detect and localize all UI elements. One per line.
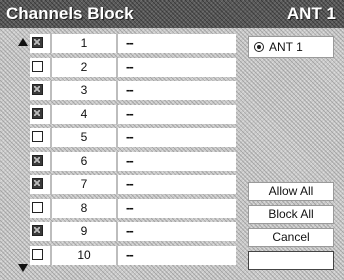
checkbox-checked-icon[interactable]	[32, 178, 43, 189]
checkbox-empty-icon[interactable]	[32, 131, 43, 142]
channel-row[interactable]: 8 --	[30, 198, 236, 218]
channel-row[interactable]: 9 --	[30, 222, 236, 241]
channel-name: --	[126, 82, 134, 97]
channel-name: --	[126, 35, 134, 50]
source-option-label: ANT 1	[269, 40, 303, 54]
channel-name: --	[126, 246, 134, 262]
channel-number: 2	[80, 59, 88, 74]
channel-number: 7	[80, 177, 88, 191]
checkbox-empty-icon[interactable]	[32, 248, 43, 260]
allow-all-button[interactable]: Allow All	[248, 182, 334, 201]
column-divider	[116, 245, 118, 265]
channel-number: 8	[80, 200, 88, 215]
channel-name: --	[126, 223, 134, 238]
channel-number: 6	[80, 153, 88, 168]
column-divider	[116, 34, 118, 53]
channel-row[interactable]: 7 --	[30, 175, 236, 194]
channel-number: 10	[77, 247, 91, 262]
scroll-down-icon[interactable]	[18, 264, 28, 272]
checkbox-checked-icon[interactable]	[32, 225, 43, 236]
source-option[interactable]: ANT 1	[248, 36, 334, 58]
channel-name: --	[126, 105, 134, 121]
checkbox-checked-icon[interactable]	[32, 154, 43, 166]
channel-name: --	[126, 176, 134, 191]
channel-name: --	[126, 129, 134, 144]
column-divider	[116, 57, 118, 77]
done-button[interactable]: Done	[248, 251, 334, 270]
checkbox-checked-icon[interactable]	[32, 37, 43, 48]
source-indicator: ANT 1	[286, 4, 336, 23]
channel-number: 5	[80, 130, 88, 144]
dialog-title: Channels Block	[6, 4, 134, 23]
channel-row[interactable]: 2 --	[30, 57, 236, 77]
column-divider	[116, 128, 118, 147]
scroll-up-icon[interactable]	[18, 38, 28, 46]
channel-number: 9	[80, 224, 88, 238]
channel-list: 1 -- 2 -- 3 -- 4 -- 5 -- 6 -- 7 -- 8 -- 9 -- 10 --	[30, 34, 236, 276]
channel-number: 4	[80, 106, 88, 121]
checkbox-empty-icon[interactable]	[32, 201, 43, 213]
title-bar: Channels Block ANT 1	[0, 0, 344, 28]
channel-row[interactable]: 5 --	[30, 128, 236, 147]
column-divider	[116, 81, 118, 100]
checkbox-empty-icon[interactable]	[32, 60, 43, 72]
checkbox-checked-icon[interactable]	[32, 84, 43, 95]
checkbox-checked-icon[interactable]	[32, 107, 43, 119]
channel-row[interactable]: 1 --	[30, 34, 236, 53]
channel-name: --	[126, 58, 134, 74]
column-divider	[116, 198, 118, 218]
channel-row[interactable]: 10 --	[30, 245, 236, 265]
channel-number: 1	[80, 36, 88, 50]
column-divider	[116, 222, 118, 241]
channel-row[interactable]: 3 --	[30, 81, 236, 100]
radio-selected-icon[interactable]	[254, 42, 264, 52]
channels-block-dialog: Channels Block ANT 1 1 -- 2 -- 3 -- 4 -- 5 -- 6 -- 7…	[0, 0, 344, 280]
column-divider	[116, 104, 118, 124]
cancel-button[interactable]: Cancel	[248, 228, 334, 247]
block-all-button[interactable]: Block All	[248, 205, 334, 224]
channel-row[interactable]: 6 --	[30, 151, 236, 171]
channel-row[interactable]: 4 --	[30, 104, 236, 124]
column-divider	[116, 175, 118, 194]
channel-name: --	[126, 152, 134, 168]
channel-number: 3	[80, 83, 88, 97]
dialog-body: 1 -- 2 -- 3 -- 4 -- 5 -- 6 -- 7 -- 8 -- 9 -- 10 -- ANT 1 Al…	[0, 28, 344, 280]
channel-name: --	[126, 199, 134, 215]
column-divider	[116, 151, 118, 171]
